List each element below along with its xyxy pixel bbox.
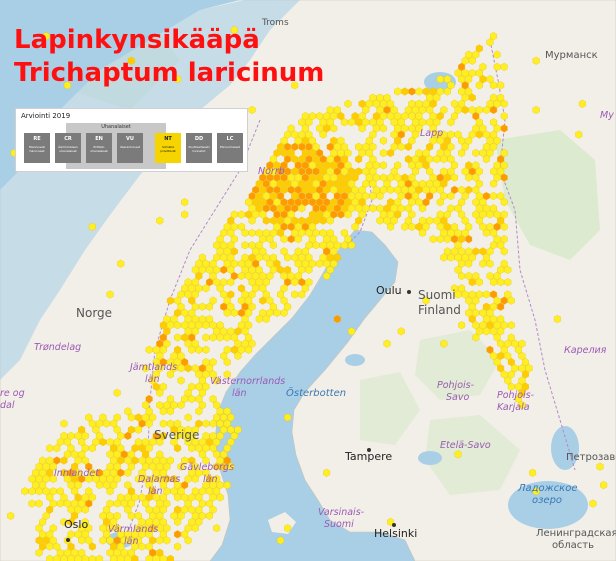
category-vu: VU Vaarantuneet: [117, 133, 143, 163]
label-oslo: Oslo: [64, 518, 89, 531]
label-more-og: re og: [0, 388, 25, 399]
category-nt: NT Silmällä pidettävät: [155, 133, 181, 163]
label-leningrad-1: Ленинградская: [536, 528, 616, 539]
category-dd: DD Puutteellisesti tunnetut: [186, 133, 212, 163]
label-suomi: Suomi: [418, 288, 456, 302]
label-etela-savo: Etelä-Savo: [440, 440, 491, 451]
label-right-edge: Му: [600, 110, 614, 121]
category-desc: Puutteellisesti tunnetut: [188, 145, 210, 153]
label-dalarnas-1: Dalarnas: [138, 474, 181, 485]
city-marker-oslo: [66, 538, 70, 542]
category-en: EN Erittäin uhanalaiset: [86, 133, 112, 163]
label-dalarnas-2: län: [148, 486, 163, 497]
label-innlandet: Innlandet: [54, 468, 99, 479]
label-lappi: Lapp: [420, 128, 444, 139]
category-abbr: NT: [164, 136, 172, 142]
lake: [551, 426, 579, 470]
label-sverige: Sverige: [154, 428, 200, 442]
label-dal: dal: [0, 400, 15, 411]
label-gavleborgs-2: län: [203, 474, 218, 485]
lake: [418, 451, 442, 465]
category-desc: Hävinneet/ hävinneet: [28, 145, 46, 153]
label-varsinais-2: Suomi: [324, 519, 354, 530]
label-pohjois-savo-1: Pohjois-: [437, 380, 475, 391]
category-desc: Erittäin uhanalaiset: [90, 145, 108, 153]
category-desc: Elinvoimaiset: [219, 145, 241, 149]
common-name: Lapinkynsikääpä: [14, 25, 260, 55]
category-desc: Silmällä pidettävät: [160, 145, 176, 153]
label-vasternorrlands: Västernorrlands: [210, 376, 286, 387]
label-troms: Troms: [262, 18, 289, 28]
label-pohjois-karjala-2: Karjala: [497, 402, 530, 413]
label-jamtlands: Jämtlands: [130, 362, 178, 373]
threatened-label: Uhanalaiset: [101, 124, 131, 130]
red-list-status-panel: Arviointi 2019 Uhanalaiset RE Hävinneet/…: [15, 108, 248, 172]
label-varsinais-1: Varsinais-: [318, 507, 365, 518]
assessment-heading: Arviointi 2019: [21, 112, 71, 120]
category-abbr: RE: [33, 136, 41, 142]
label-petrozavodsk: Петрозаводск: [566, 452, 616, 463]
label-karelia: Карелия: [564, 345, 607, 356]
label-gavleborgs-1: Gävleborgs: [180, 462, 235, 473]
label-osterbotten: Österbotten: [286, 388, 347, 399]
label-varmlands-1: Värmlands: [108, 524, 159, 535]
label-vasternorrlands-lan: län: [232, 388, 247, 399]
label-lake-ladoga-1: Ладожское: [518, 483, 578, 494]
category-abbr: DD: [194, 136, 204, 142]
label-pohjois-savo-2: Savo: [446, 392, 470, 403]
label-jamtlands-lan: län: [145, 374, 160, 385]
category-re: RE Hävinneet/ hävinneet: [24, 133, 50, 163]
label-lake-ladoga-2: озеро: [532, 495, 563, 506]
category-abbr: CR: [64, 136, 72, 142]
threatened-group: Uhanalaiset: [66, 123, 166, 169]
lake: [345, 354, 365, 366]
category-desc: Vaarantuneet: [119, 145, 141, 149]
species-title: Lapinkynsikääpä Trichaptum laricinum: [14, 24, 324, 90]
label-trondelag: Trøndelag: [34, 342, 82, 353]
scientific-name: Trichaptum laricinum: [14, 58, 325, 88]
label-leningrad-2: область: [552, 540, 595, 551]
category-cr: CR Äärimmäisen uhanalaiset: [55, 133, 81, 163]
label-finland: Finland: [418, 303, 461, 317]
category-abbr: LC: [226, 136, 234, 142]
label-norge: Norge: [76, 306, 113, 320]
label-oulu: Oulu: [376, 284, 402, 297]
category-desc: Äärimmäisen uhanalaiset: [58, 145, 78, 153]
label-helsinki: Helsinki: [374, 527, 418, 540]
city-marker-oulu: [407, 290, 411, 294]
label-murmansk: Мурманск: [545, 50, 598, 61]
category-abbr: EN: [95, 136, 103, 142]
category-lc: LC Elinvoimaiset: [217, 133, 243, 163]
label-norrbotten: Norrb: [258, 166, 285, 177]
label-tampere: Tampere: [345, 450, 393, 463]
label-pohjois-karjala-1: Pohjois-: [497, 390, 535, 401]
category-abbr: VU: [126, 136, 134, 142]
label-varmlands-2: län: [124, 536, 139, 547]
